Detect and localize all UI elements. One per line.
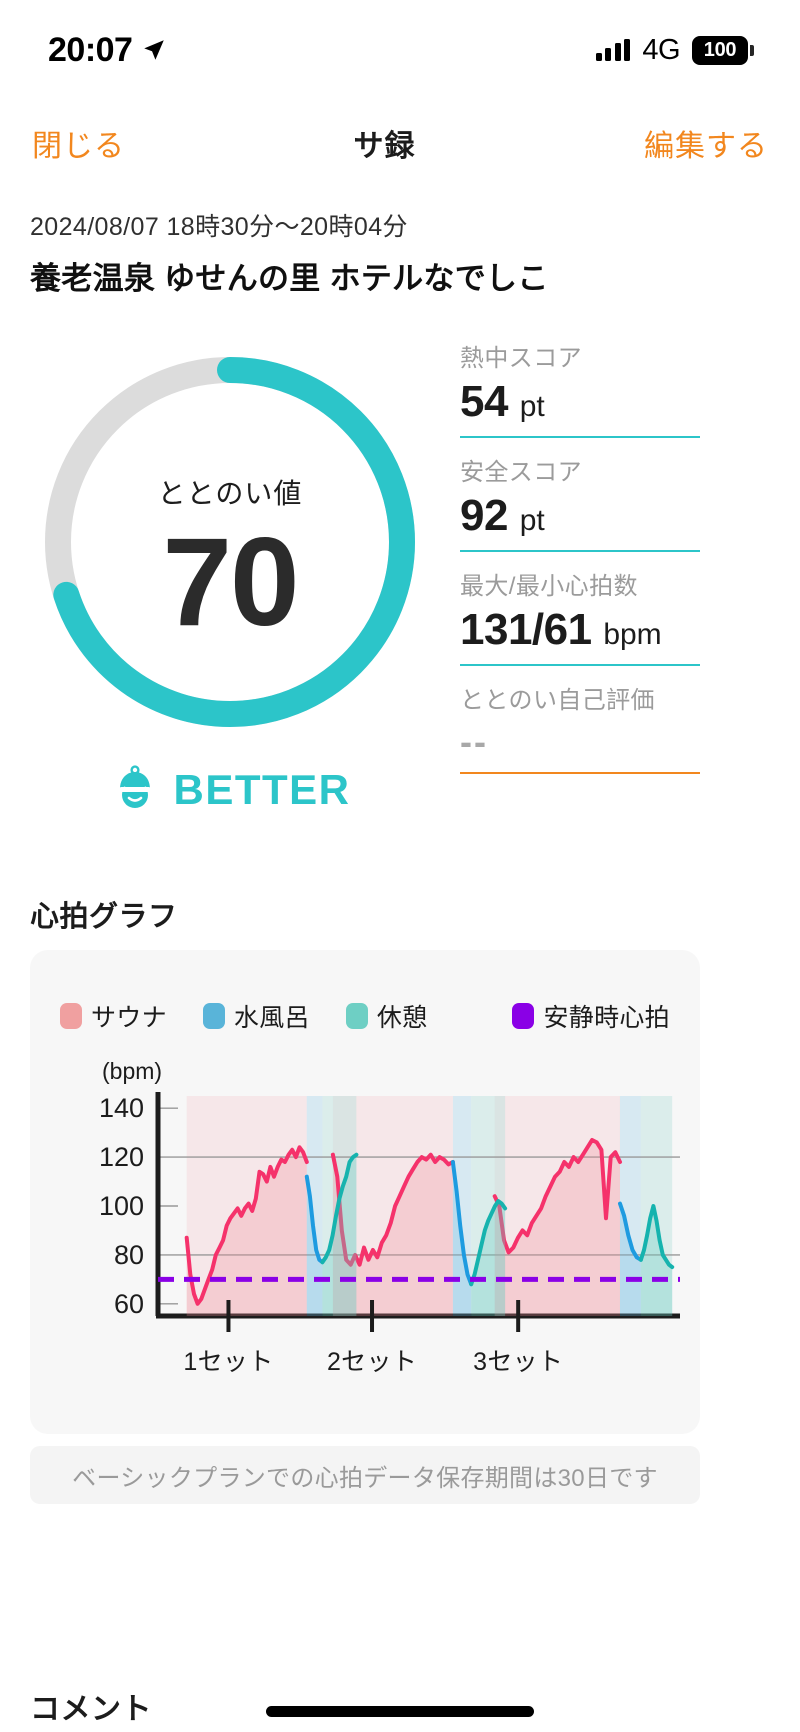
stat-label: ととのい自己評価 (460, 687, 655, 714)
battery-level: 100 (692, 35, 748, 65)
stat-divider (460, 550, 700, 552)
venue-name: 養老温泉 ゆせんの里 ホテルなでしこ (30, 261, 549, 296)
stat-number: 131/61 (460, 605, 592, 654)
verdict-badge: BETTER (30, 765, 430, 815)
stat-label: 熱中スコア (460, 345, 582, 372)
battery-cap (750, 44, 754, 56)
session-datetime: 2024/08/07 18時30分〜20時04分 (30, 213, 408, 241)
y-tick-label: 100 (99, 1191, 144, 1221)
stat-value: 54 pt (460, 377, 700, 427)
stat-item: 最大/最小心拍数 131/61 bpm (460, 566, 700, 666)
y-tick-label: 140 (99, 1093, 144, 1123)
summary-section: ととのい値 70 BETTER 熱中スコア 54 pt 安全スコア 92 pt 最大/最… (0, 330, 800, 870)
legend-swatch-icon (512, 1003, 535, 1029)
status-bar-right: 4G 100 (595, 33, 754, 67)
y-tick-label: 80 (114, 1240, 144, 1270)
legend-item: サウナ (60, 998, 167, 1034)
legend-swatch-icon (345, 1003, 368, 1029)
chart-section-title: 心拍グラフ (30, 901, 178, 933)
x-axis-label: 1セット (183, 1348, 274, 1376)
stat-unit: pt (519, 390, 545, 423)
verdict-text: BETTER (173, 766, 351, 813)
status-bar: 20:07 4G 100 (0, 0, 800, 100)
totonoi-gauge: ととのい値 70 (30, 342, 430, 742)
comment-section-title: コメント (30, 1693, 152, 1726)
chart-legend: サウナ 水風呂 休憩 安静時心拍 (60, 998, 670, 1034)
gauge-value: 70 (162, 513, 299, 652)
stat-unit: bpm (603, 618, 662, 651)
heart-rate-chart-card[interactable]: サウナ 水風呂 休憩 安静時心拍 (bpm) 60 80 100 120 140 1セット 2セ… (30, 950, 700, 1434)
stat-number: 92 (460, 491, 508, 540)
legend-swatch-icon (202, 1003, 225, 1029)
y-tick-label: 60 (114, 1289, 144, 1319)
stat-divider (460, 436, 700, 438)
legend-label: 休憩 (376, 1004, 428, 1032)
stat-label: 最大/最小心拍数 (460, 573, 638, 600)
page-title: サ録 (353, 130, 416, 163)
legend-label: サウナ (91, 1004, 167, 1032)
chart-unit-label: (bpm) (102, 1058, 163, 1084)
nav-bar: 閉じる サ録 編集する (0, 105, 800, 181)
close-button[interactable]: 閉じる (32, 121, 125, 165)
chart-x-axis-labels: 1セット 2セット 3セット (30, 1342, 700, 1382)
app-screen: 20:07 4G 100 閉じる サ録 編集する 2024/08/07 18時3… (0, 0, 800, 1732)
plan-note: ベーシックプランでの心拍データ保存期間は30日です (30, 1446, 700, 1504)
legend-item: 安静時心拍 (512, 998, 670, 1034)
legend-item: 休憩 (345, 998, 428, 1034)
gauge-label: ととのい値 (157, 478, 303, 509)
legend-label: 安静時心拍 (543, 1004, 670, 1032)
heart-rate-plot: 60 80 100 120 140 (99, 1092, 680, 1332)
y-tick-label: 120 (99, 1142, 144, 1172)
location-arrow-icon (144, 40, 165, 60)
stat-item: 安全スコア 92 pt (460, 452, 700, 552)
stat-item: ととのい自己評価 -- (460, 680, 700, 774)
home-indicator[interactable] (266, 1706, 534, 1717)
stat-divider (460, 664, 700, 666)
status-time: 20:07 (48, 31, 133, 69)
x-axis-label: 2セット (326, 1348, 418, 1376)
stat-unit: pt (519, 504, 545, 537)
edit-button[interactable]: 編集する (644, 121, 768, 165)
stat-value: 131/61 bpm (460, 605, 700, 655)
legend-item: 水風呂 (202, 998, 310, 1034)
sauna-hat-face-icon (118, 765, 151, 808)
signal-bars-icon (595, 39, 631, 61)
stat-item: 熱中スコア 54 pt (460, 338, 700, 438)
stats-list: 熱中スコア 54 pt 安全スコア 92 pt 最大/最小心拍数 131/61 bpm とと… (460, 338, 700, 788)
network-type: 4G (642, 33, 680, 66)
legend-label: 水風呂 (233, 1004, 310, 1032)
x-axis-label: 3セット (473, 1348, 564, 1376)
status-bar-left: 20:07 (48, 33, 167, 67)
chart-plot: 60 80 100 120 140 (40, 1090, 690, 1345)
stat-value: 92 pt (460, 491, 700, 541)
battery-icon: 100 (692, 35, 754, 65)
stat-value[interactable]: -- (460, 721, 700, 763)
stat-number: 54 (460, 377, 508, 426)
stat-label: 安全スコア (460, 459, 582, 486)
legend-swatch-icon (60, 1003, 82, 1029)
stat-divider (460, 772, 700, 774)
